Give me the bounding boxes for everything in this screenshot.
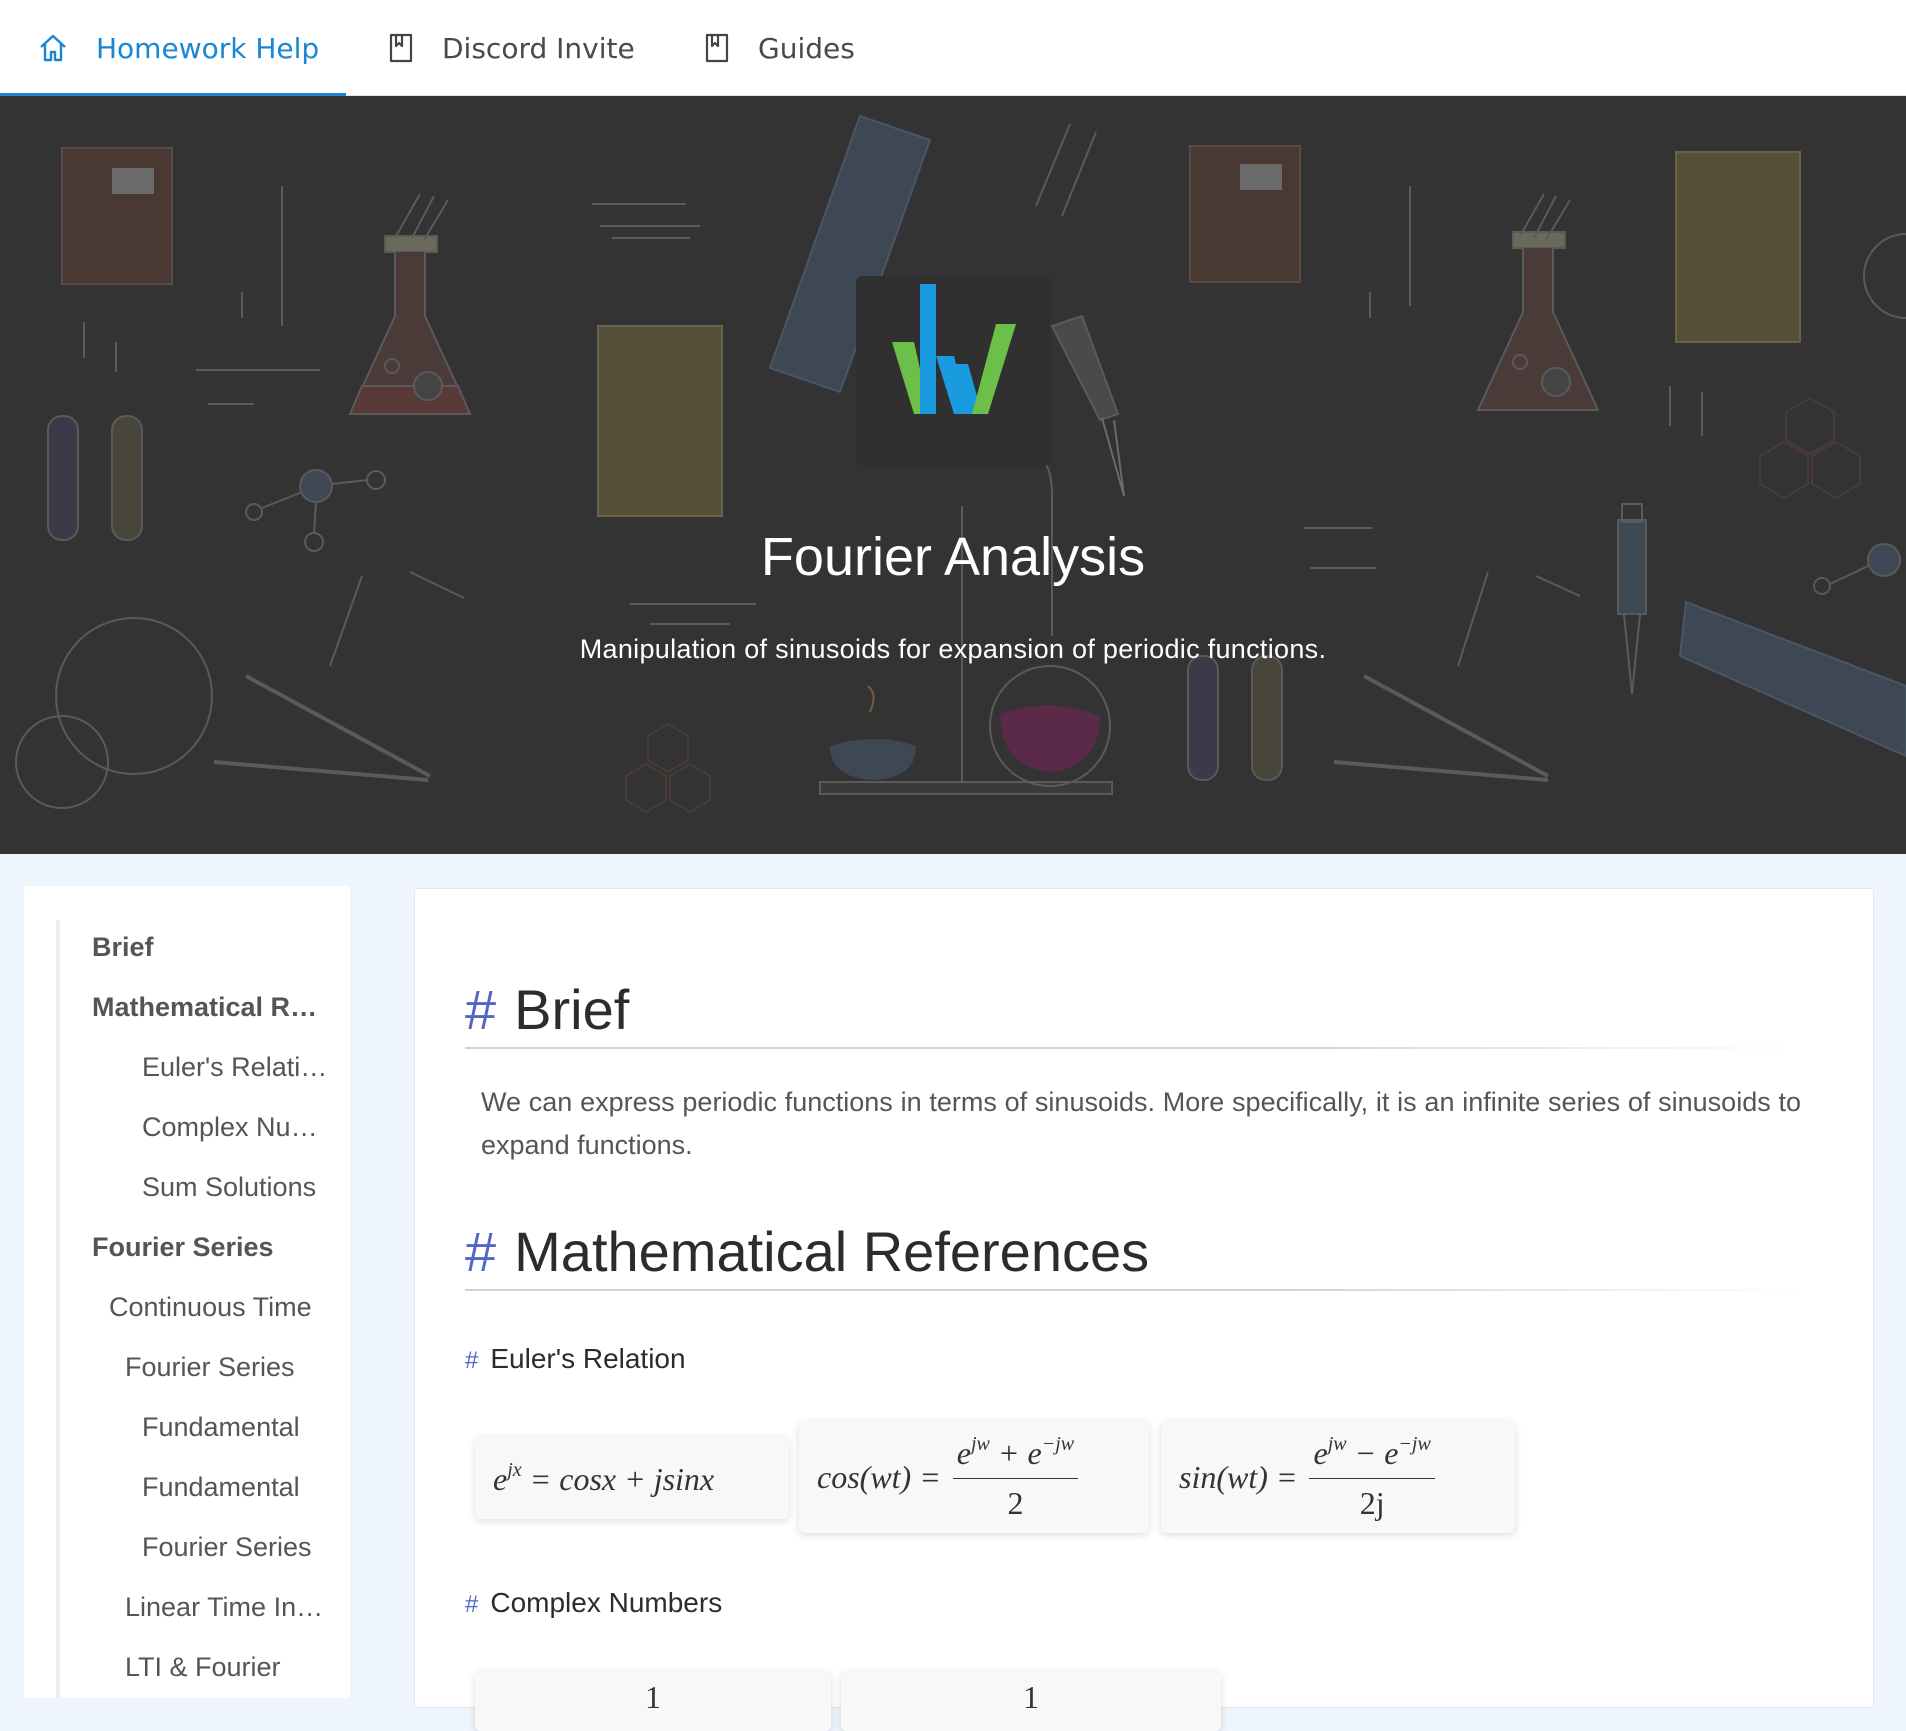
page-title: Fourier Analysis [760,527,1146,587]
toc-item-eulers-relation[interactable]: Euler's Relation [142,1052,328,1083]
tab-guides[interactable]: Guides [704,0,855,96]
top-nav: Homework Help Discord Invite Guides [0,0,1906,97]
heading-brief: # Brief [465,977,629,1042]
home-icon [40,34,66,62]
heading-anchor[interactable]: # [465,1347,478,1374]
hero-banner: Fourier Analysis Manipulation of sinusoi… [0,96,1906,854]
science-background-illustration [15,114,1906,814]
toc-rail [56,920,60,1698]
site-logo [856,276,1050,466]
equation-complex-1: 1 [475,1671,831,1731]
table-of-contents: Brief Mathematical References Euler's Re… [24,886,350,1698]
toc-item-continuous-time[interactable]: Continuous Time [109,1292,319,1323]
toc-item-brief[interactable]: Brief [92,932,332,963]
heading-complex-numbers: # Complex Numbers [465,1587,722,1619]
toc-item-mathematical-references[interactable]: Mathematical References [92,992,332,1023]
page-subtitle: Manipulation of sinusoids for expansion … [579,634,1327,664]
equation-complex-2: 1 [841,1671,1221,1731]
heading-text: Mathematical References [514,1220,1150,1283]
heading-divider [465,1289,1805,1291]
heading-divider [465,1047,1805,1049]
tab-label: Guides [758,31,855,65]
article-content: # Brief We can express periodic functions… [414,888,1874,1731]
brief-paragraph: We can express periodic functions in ter… [481,1087,1801,1160]
equation-euler: ejx = cosx + jsinx [475,1437,789,1519]
tab-homework-help[interactable]: Homework Help [0,0,346,97]
heading-mathematical-references: # Mathematical References [465,1219,1149,1284]
equation-cosine: cos(wt) = ejw + e−jw 2 [799,1421,1149,1533]
toc-item-fundamental-2[interactable]: Fundamental [142,1472,328,1503]
heading-anchor[interactable]: # [465,1591,478,1618]
heading-anchor[interactable]: # [465,978,496,1041]
tab-label: Homework Help [96,31,320,65]
tab-discord-invite[interactable]: Discord Invite [388,0,635,96]
toc-item-lti-fourier[interactable]: LTI & Fourier [125,1652,325,1683]
heading-text: Brief [514,978,630,1041]
equation-sine: sin(wt) = ejw − e−jw 2j [1161,1421,1515,1533]
toc-item-complex-numbers[interactable]: Complex Numbers [142,1112,328,1143]
tab-label: Discord Invite [442,31,635,65]
toc-item-fourier-series-sub[interactable]: Fourier Series [125,1352,325,1383]
heading-text: Euler's Relation [490,1343,686,1374]
heading-eulers-relation: # Euler's Relation [465,1343,686,1375]
logo-mark [892,284,1016,414]
toc-item-fundamental-1[interactable]: Fundamental [142,1412,328,1443]
toc-item-linear-time-invariant[interactable]: Linear Time Invariant [125,1592,325,1623]
bookmark-icon [389,33,413,63]
heading-anchor[interactable]: # [465,1220,496,1283]
heading-text: Complex Numbers [490,1587,723,1618]
toc-item-fourier-series-sub2[interactable]: Fourier Series [142,1532,328,1563]
toc-item-sum-solutions[interactable]: Sum Solutions [142,1172,328,1203]
toc-item-fourier-series[interactable]: Fourier Series [92,1232,332,1263]
bookmark-icon [705,33,729,63]
